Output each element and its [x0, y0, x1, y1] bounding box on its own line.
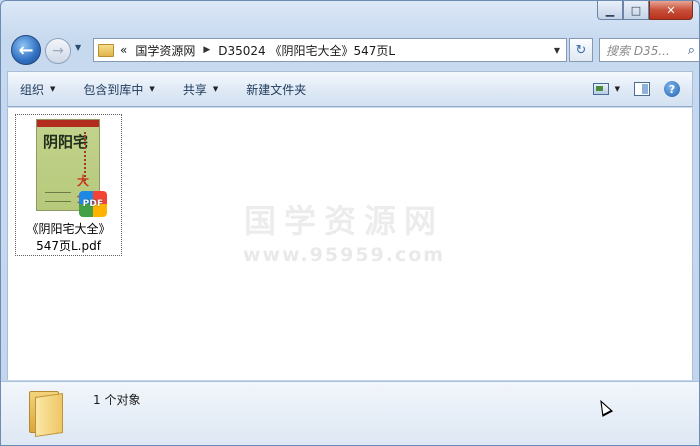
cover-footer-lines [45, 192, 71, 202]
file-list-area[interactable]: 国学资源网 www.95959.com 阴阳宅 大全 PDF 《阴阳宅大全》 5… [7, 108, 693, 380]
chevron-down-icon: ▼ [50, 85, 56, 93]
minimize-button[interactable]: ▁ [597, 1, 623, 20]
forward-arrow-icon: → [52, 43, 64, 59]
breadcrumb-item-current[interactable]: D35024 《阴阳宅大全》547页L [218, 42, 395, 59]
cover-title: 阴阳宅 [43, 133, 89, 151]
view-controls: ▼ ? [592, 81, 680, 97]
cover-top-band [37, 120, 99, 127]
change-view-icon[interactable] [592, 83, 609, 95]
share-menu[interactable]: 共享 ▼ [183, 81, 218, 98]
folder-icon [29, 387, 67, 437]
search-input[interactable]: 搜索 D35... ⌕ [599, 38, 699, 62]
address-bar[interactable]: « 国学资源网 ▶ D35024 《阴阳宅大全》547页L ▼ [93, 38, 567, 62]
share-label: 共享 [182, 82, 207, 97]
forward-button[interactable]: → [45, 38, 71, 64]
back-button[interactable]: ← [11, 35, 41, 65]
pdf-badge-label: PDF [82, 199, 104, 209]
explorer-window: ▁ □ ✕ ← → ▼ « 国学资源网 ▶ D35024 《阴阳宅大全》547页… [0, 0, 700, 446]
search-placeholder: 搜索 D35... [606, 43, 670, 58]
file-item-pdf[interactable]: 阴阳宅 大全 PDF 《阴阳宅大全》 547页L.pdf [15, 114, 122, 256]
search-icon[interactable]: ⌕ [688, 43, 695, 58]
file-name: 《阴阳宅大全》 547页L.pdf [16, 221, 121, 255]
new-folder-label: 新建文件夹 [246, 82, 307, 97]
item-count: 1 个对象 [93, 393, 141, 407]
details-pane: 1 个对象 [1, 381, 699, 445]
new-folder-button[interactable]: 新建文件夹 [246, 81, 306, 98]
breadcrumb-separator-icon[interactable]: ▶ [203, 45, 210, 55]
include-library-menu[interactable]: 包含到库中 ▼ [83, 81, 154, 98]
watermark-url: www.95959.com [243, 244, 446, 266]
watermark: 国学资源网 www.95959.com [243, 196, 445, 266]
include-library-label: 包含到库中 [83, 82, 144, 97]
preview-pane-icon[interactable] [634, 82, 650, 96]
address-row: ← → ▼ « 国学资源网 ▶ D35024 《阴阳宅大全》547页L ▼ ↻ … [9, 34, 699, 66]
chevron-down-icon: ▼ [149, 85, 155, 93]
help-icon[interactable]: ? [664, 81, 680, 97]
back-arrow-icon: ← [18, 39, 34, 61]
organize-label: 组织 [20, 82, 45, 97]
folder-front [35, 393, 63, 437]
breadcrumb-item-root[interactable]: 国学资源网 [135, 42, 195, 59]
maximize-button[interactable]: □ [623, 1, 649, 20]
address-dropdown-icon[interactable]: ▼ [548, 46, 566, 55]
folder-icon [98, 43, 114, 57]
view-options-dropdown-icon[interactable]: ▼ [615, 85, 620, 93]
watermark-site-name: 国学资源网 [244, 202, 445, 240]
chevron-down-icon: ▼ [212, 85, 219, 93]
pdf-app-icon: PDF [79, 191, 107, 217]
breadcrumb-overflow[interactable]: « [120, 43, 127, 57]
file-name-line1: 《阴阳宅大全》 [26, 222, 111, 236]
refresh-icon: ↻ [575, 42, 587, 58]
command-bar: 组织 ▼ 包含到库中 ▼ 共享 ▼ 新建文件夹 ▼ ? [7, 71, 693, 107]
recent-pages-dropdown[interactable]: ▼ [75, 43, 81, 52]
close-button[interactable]: ✕ [649, 1, 693, 20]
file-name-line2: 547页L.pdf [36, 239, 101, 253]
refresh-button[interactable]: ↻ [569, 38, 593, 62]
organize-menu[interactable]: 组织 ▼ [20, 81, 55, 98]
caption-buttons: ▁ □ ✕ [597, 1, 693, 21]
